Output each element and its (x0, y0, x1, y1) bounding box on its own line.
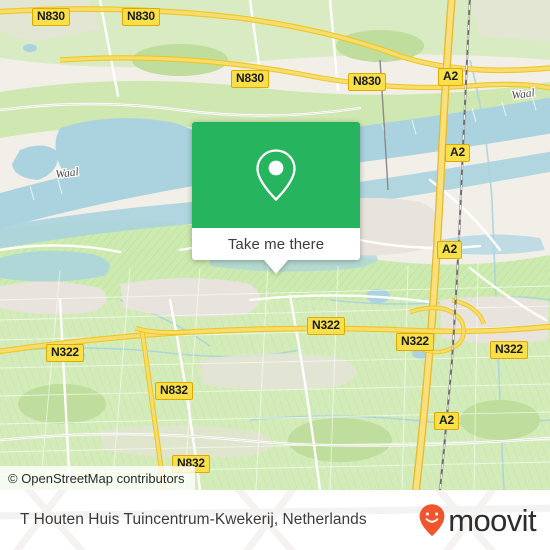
footer-bar: T Houten Huis Tuincentrum-Kwekerij, Neth… (0, 490, 550, 550)
location-pin-icon (256, 149, 296, 201)
road-shield: A2 (445, 144, 470, 162)
marker-card-tail (264, 260, 288, 274)
road-shield: N830 (231, 70, 269, 88)
attribution-text: © OpenStreetMap contributors (8, 470, 185, 486)
road-shield: N322 (307, 317, 345, 335)
road-shield: N830 (32, 8, 70, 26)
road-shield: N832 (155, 382, 193, 400)
take-me-there-label: Take me there (227, 235, 325, 253)
moovit-logo[interactable]: moovit (418, 502, 537, 538)
road-shield: N322 (46, 344, 84, 362)
road-shield: N322 (396, 333, 434, 351)
road-shield: A2 (438, 68, 463, 86)
page-title: T Houten Huis Tuincentrum-Kwekerij, Neth… (20, 511, 367, 528)
road-shield: N830 (348, 73, 386, 91)
map-attribution[interactable]: © OpenStreetMap contributors (0, 466, 195, 490)
moovit-wordmark: moovit (448, 502, 536, 538)
map-viewport[interactable]: Waal Waal el N830N830N830N830A2A2A2N322N… (0, 0, 550, 490)
marker-card-image (192, 122, 360, 228)
map-page: Waal Waal el N830N830N830N830A2A2A2N322N… (0, 0, 550, 550)
moovit-smiley-pin-icon (419, 504, 445, 536)
road-shield: A2 (434, 412, 459, 430)
take-me-there-button[interactable]: Take me there (192, 228, 360, 260)
road-shield: N322 (490, 341, 528, 359)
location-marker-card[interactable]: Take me there (192, 122, 360, 274)
road-shield: A2 (437, 241, 462, 259)
road-shield: N830 (122, 8, 160, 26)
